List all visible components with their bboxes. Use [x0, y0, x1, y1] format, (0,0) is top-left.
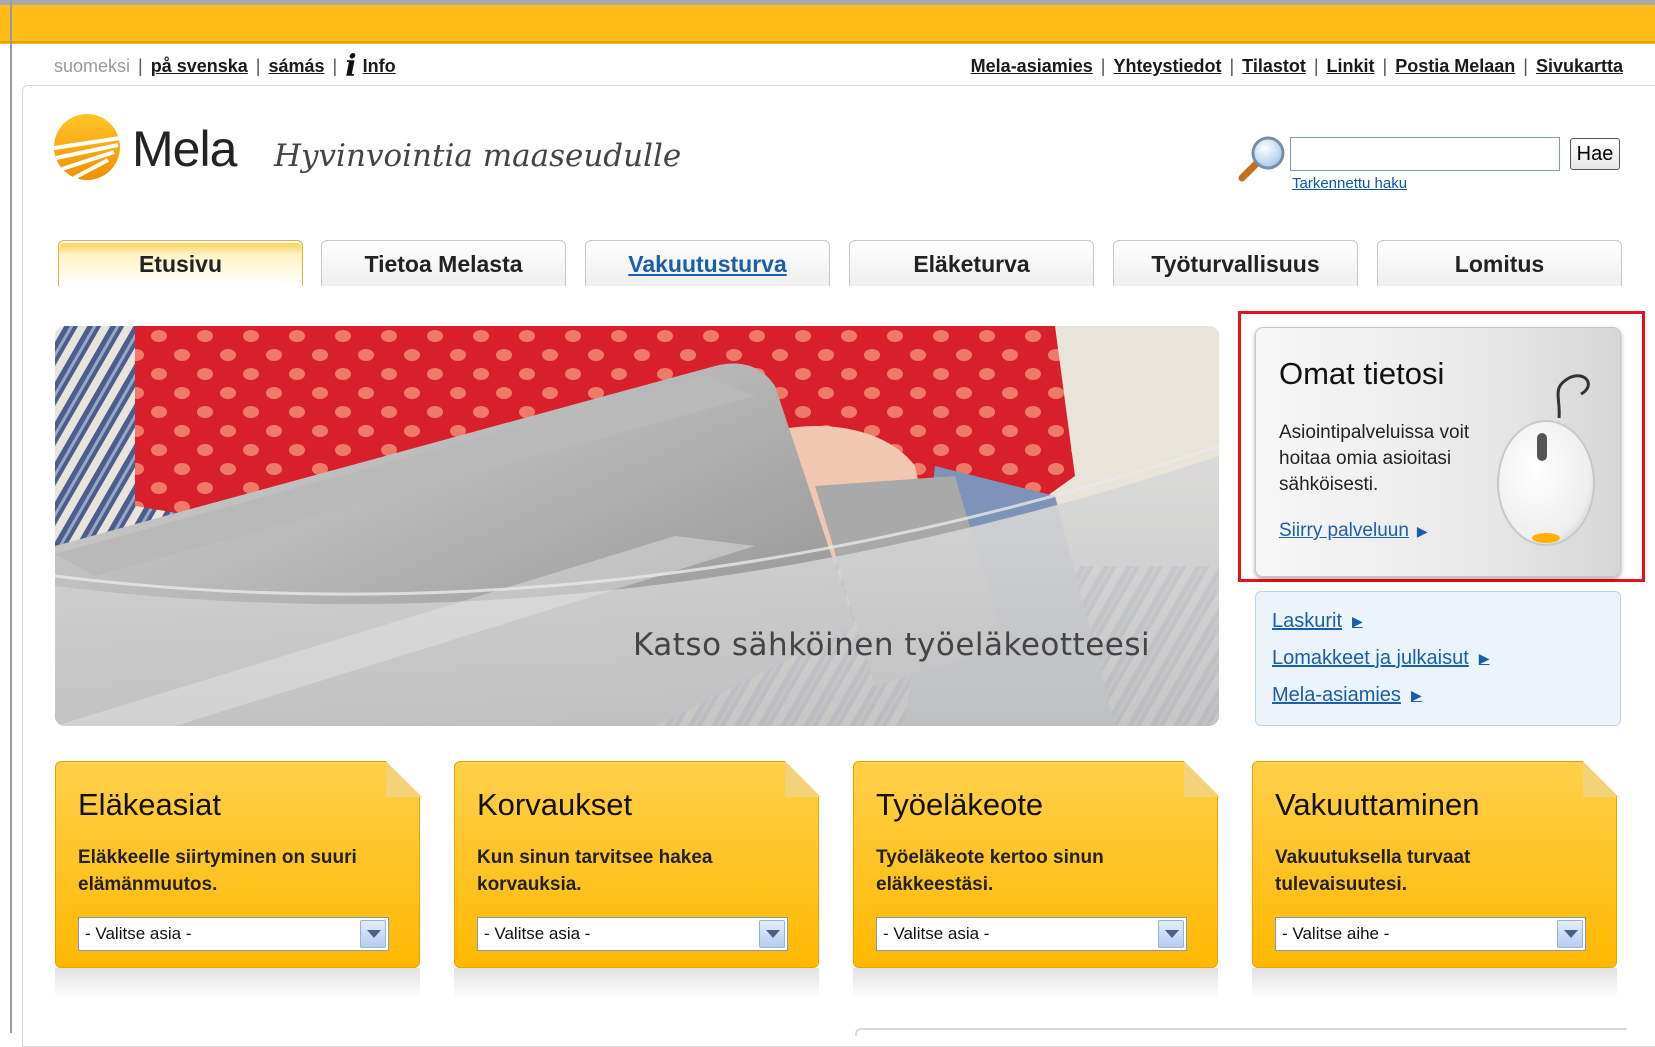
tab-label: Työturvallisuus [1151, 251, 1320, 277]
card-select[interactable]: - Valitse asia - [477, 917, 788, 951]
slogan: Hyvinvointia maaseudulle [274, 138, 682, 174]
link-label: Laskurit [1272, 610, 1343, 632]
utility-nav: suomeksi | på svenska | sámás | i Info M… [0, 51, 1655, 82]
computer-mouse-icon [1497, 374, 1595, 546]
tab-label: Lomitus [1454, 251, 1545, 277]
advanced-search-link[interactable]: Tarkennettu haku [1292, 175, 1407, 192]
select-value: - Valitse asia - [484, 924, 591, 943]
select-value: - Valitse aihe - [1282, 924, 1390, 943]
quick-link-mela-asiamies[interactable]: Mela-asiamies ▶ [1272, 684, 1422, 707]
separator: | [1100, 56, 1106, 76]
quick-link-laskurit[interactable]: Laskurit ▶ [1272, 610, 1363, 633]
search-input[interactable] [1290, 137, 1560, 171]
omat-title: Omat tietosi [1279, 356, 1445, 391]
card-tyoelakeote: Työeläkeote Työeläkeote kertoo sinun elä… [853, 761, 1220, 998]
card-shadow [454, 968, 819, 998]
separator: | [1523, 56, 1528, 76]
util-link-yhteystiedot[interactable]: Yhteystiedot [1113, 56, 1221, 77]
card-elakeasiat: Eläkeasiat Eläkkeelle siirtyminen on suu… [55, 761, 422, 998]
lang-svenska-link[interactable]: på svenska [151, 56, 248, 77]
tab-label: Vakuutusturva [628, 251, 787, 277]
service-nav: Mela-asiamies | Yhteystiedot | Tilastot … [971, 56, 1623, 77]
card-select[interactable]: - Valitse aihe - [1275, 917, 1586, 951]
separator: | [138, 56, 143, 76]
arrow-right-icon: ▶ [1478, 650, 1490, 666]
quick-links-box: Laskurit ▶ Lomakkeet ja julkaisut ▶ Mela-a… [1255, 591, 1621, 726]
card-text: Eläkkeelle siirtyminen on suuri elämänmu… [78, 847, 357, 895]
card-vakuuttaminen: Vakuuttaminen Vakuutuksella turvaat tule… [1252, 761, 1619, 998]
card-title: Työeläkeote [876, 787, 1044, 822]
top-band [0, 0, 1655, 44]
sun-logo-icon [53, 114, 121, 180]
search-icon [1238, 136, 1285, 182]
arrow-right-icon: ▶ [1410, 687, 1422, 703]
tab-label: Eläketurva [913, 251, 1030, 277]
tab-label: Tietoa Melasta [364, 251, 523, 277]
top-band-line [0, 41, 1655, 43]
card-text: Vakuutuksella turvaat tulevaisuutesi. [1275, 847, 1471, 895]
lang-current: suomeksi [54, 56, 131, 76]
util-link-mela-asiamies[interactable]: Mela-asiamies [971, 56, 1093, 77]
card-select[interactable]: - Valitse asia - [78, 917, 389, 951]
arrow-right-icon: ▶ [1416, 523, 1428, 539]
folded-corner [785, 761, 821, 797]
info-icon[interactable]: i [345, 51, 356, 81]
banner-image [55, 326, 1219, 726]
quick-link-lomakkeet[interactable]: Lomakkeet ja julkaisut ▶ [1272, 647, 1490, 670]
separator: | [1229, 56, 1235, 76]
link-label: Lomakkeet ja julkaisut [1272, 647, 1469, 669]
folded-corner [1184, 761, 1220, 797]
dropdown-arrow-icon[interactable] [1557, 920, 1583, 948]
dropdown-arrow-icon[interactable] [360, 920, 386, 948]
card-select[interactable]: - Valitse asia - [876, 917, 1187, 951]
card-text: Kun sinun tarvitsee hakea korvauksia. [477, 847, 713, 895]
card-text: Työeläkeote kertoo sinun eläkkeestäsi. [876, 847, 1104, 895]
card-title: Korvaukset [477, 787, 633, 822]
select-value: - Valitse asia - [883, 924, 990, 943]
dropdown-arrow-icon[interactable] [759, 920, 785, 948]
util-link-linkit[interactable]: Linkit [1327, 56, 1375, 77]
folded-corner [386, 761, 422, 797]
tab-tietoa-melasta[interactable]: Tietoa Melasta [321, 240, 566, 286]
link-label: Mela-asiamies [1272, 684, 1401, 706]
lang-samas-link[interactable]: sámás [268, 56, 324, 77]
search-button[interactable]: Hae [1570, 138, 1620, 170]
util-link-sivukartta[interactable]: Sivukartta [1536, 56, 1623, 77]
language-nav: suomeksi | på svenska | sámás | i Info [54, 51, 396, 81]
hero-banner[interactable]: Katso sähköinen työeläkeotteesi [55, 326, 1219, 726]
card-title: Eläkeasiat [78, 787, 222, 822]
omat-tietosi-box[interactable]: Omat tietosi Asiointipalveluissa voit ho… [1255, 327, 1621, 577]
left-border [10, 0, 12, 1033]
arrow-right-icon: ▶ [1352, 613, 1363, 629]
siirry-palveluun-link[interactable]: Siirry palveluun ▶ [1279, 520, 1428, 542]
card-shadow [55, 968, 420, 998]
card-title: Vakuuttaminen [1275, 787, 1480, 822]
separator: | [255, 56, 261, 76]
card-shadow [853, 968, 1218, 998]
dropdown-arrow-icon[interactable] [1158, 920, 1184, 948]
separator: | [332, 56, 338, 76]
folded-corner [1583, 761, 1619, 797]
link-label: Siirry palveluun [1279, 520, 1409, 541]
util-link-postia-melaan[interactable]: Postia Melaan [1395, 56, 1515, 77]
separator: | [1313, 56, 1319, 76]
tab-elaketurva[interactable]: Eläketurva [849, 240, 1094, 286]
logo-text: Mela [132, 121, 237, 177]
omat-text: Asiointipalveluissa voit hoitaa omia asi… [1279, 422, 1470, 495]
select-value: - Valitse asia - [85, 924, 192, 943]
tab-tyoturvallisuus[interactable]: Työturvallisuus [1113, 240, 1358, 286]
banner-caption: Katso sähköinen työeläkeotteesi [633, 627, 1151, 663]
tab-vakuutusturva[interactable]: Vakuutusturva [585, 240, 830, 286]
separator: | [1382, 56, 1388, 76]
util-link-tilastot[interactable]: Tilastot [1242, 56, 1306, 77]
tab-label: Etusivu [138, 251, 223, 277]
tab-lomitus[interactable]: Lomitus [1377, 240, 1622, 286]
info-link[interactable]: Info [363, 56, 396, 77]
card-shadow [1252, 968, 1617, 998]
lower-panel-edge [855, 1028, 1627, 1036]
tab-etusivu[interactable]: Etusivu [58, 240, 303, 286]
card-korvaukset: Korvaukset Kun sinun tarvitsee hakea kor… [454, 761, 821, 998]
